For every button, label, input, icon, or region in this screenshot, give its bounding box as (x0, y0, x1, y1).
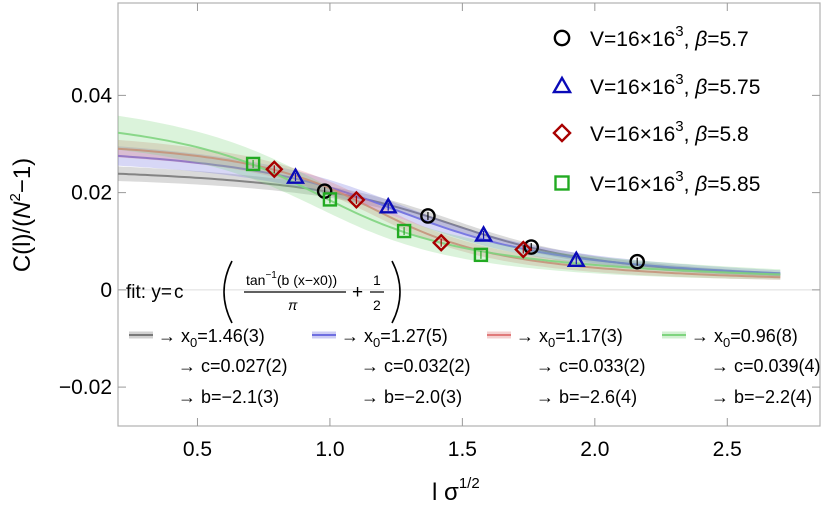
legend-label: V=16×163, β=5.7 (590, 23, 749, 51)
y-tick-label: −0.02 (59, 376, 112, 399)
x-axis-label-sup: 1/2 (459, 475, 480, 492)
svg-text:2: 2 (373, 297, 381, 313)
x-tick-label: 1.5 (448, 438, 477, 461)
svg-text:l σ1/2: l σ1/2 (432, 475, 480, 506)
x-tick-label: 2.0 (580, 438, 609, 461)
x-tick-label: 1.0 (315, 438, 344, 461)
y-axis-title: C(l)/(N2−1) (7, 158, 36, 272)
fit-b-label: → b=−2.2(4) (711, 387, 812, 407)
formula-left-paren (223, 260, 233, 324)
legend-label: V=16×163, β=5.8 (590, 118, 749, 146)
legend: V=16×163, β=5.7 V=16×163, β=5.75 V=16×163,… (551, 23, 760, 196)
fit-b-label: → b=−2.6(4) (536, 387, 637, 407)
fit-bands (117, 115, 781, 280)
fit-c-label: → c=0.033(2) (536, 356, 646, 376)
fit-c-label: → c=0.039(4) (711, 356, 821, 376)
fit-x0-label: → x0=1.17(3) (516, 326, 623, 350)
svg-text:π: π (288, 297, 298, 313)
legend-label: V=16×163, β=5.85 (590, 168, 760, 196)
svg-text:fit: y=c: fit: y= c (126, 282, 183, 303)
svg-text:+: + (352, 282, 363, 303)
fit-formula: fit: y= c tan−1(b (x−x0)) π + 1 2 (126, 260, 401, 324)
fit-band (118, 115, 781, 280)
svg-text:C(l)/(N2−1): C(l)/(N2−1) (7, 158, 36, 272)
formula-right-paren (391, 260, 401, 324)
legend-label: V=16×163, β=5.75 (590, 71, 760, 99)
x-tick-label: 2.5 (713, 438, 742, 461)
fit-x0-label: → x0=1.27(5) (341, 326, 448, 350)
svg-text:1: 1 (373, 272, 381, 288)
chart-canvas: 0.5 1.0 1.5 2.0 2.5 0.04 0.02 0 −0.02 l σ1/2 C(… (7, 2, 821, 506)
fit-x0-label: → x0=0.96(8) (691, 326, 798, 350)
y-tick-label: 0.04 (71, 84, 112, 107)
fit-x0-label: → x0=1.46(3) (158, 326, 265, 350)
fit-results: → x0=1.46(3) → c=0.027(2) → b=−2.1(3) → x0=… (129, 326, 821, 407)
x-tick-label: 0.5 (183, 438, 212, 461)
fit-c-label: → c=0.027(2) (178, 356, 288, 376)
legend-marker (551, 75, 573, 94)
y-tick-label: 0 (100, 279, 112, 302)
fit-b-label: → b=−2.0(3) (361, 387, 462, 407)
fit-c-label: → c=0.032(2) (361, 356, 471, 376)
x-axis-label: l σ (432, 479, 459, 506)
y-tick-label: 0.02 (71, 182, 112, 205)
x-axis-title: l σ1/2 (432, 475, 480, 506)
legend-marker (552, 123, 572, 143)
legend-marker (553, 29, 571, 47)
svg-text:tan−1(b (x−x0)): tan−1(b (x−x0)) (246, 270, 337, 288)
legend-marker (554, 175, 570, 191)
fit-b-label: → b=−2.1(3) (178, 387, 279, 407)
